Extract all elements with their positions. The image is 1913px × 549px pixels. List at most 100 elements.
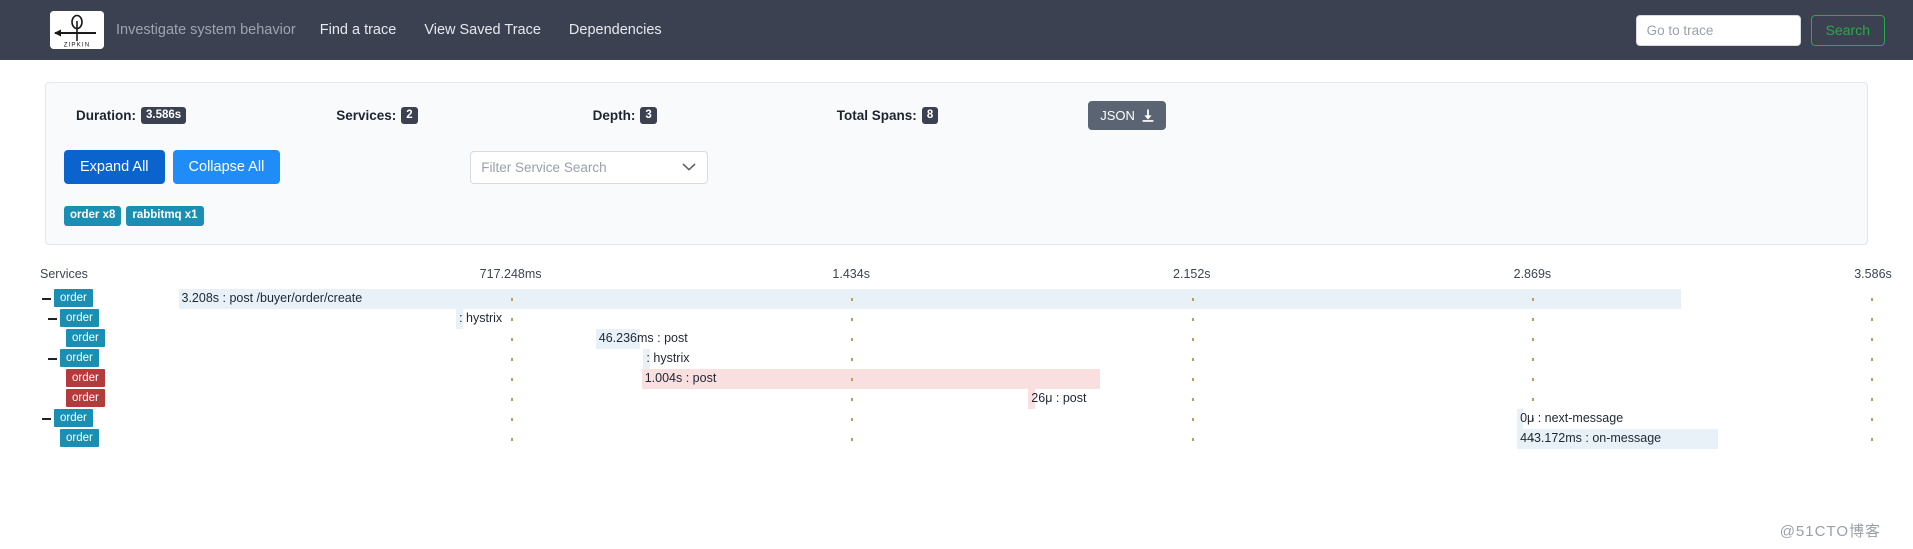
span-label: 26μ : post xyxy=(1031,390,1087,405)
span-service-tag[interactable]: order xyxy=(54,288,93,308)
stat-services: Services: 2 xyxy=(336,106,418,125)
span-row[interactable]: order 0μ : next-message xyxy=(0,408,1913,429)
timeline-gridline-dot xyxy=(851,357,854,361)
timeline-gridline-dot xyxy=(1191,297,1194,301)
nav-link-find-a-trace[interactable]: Find a trace xyxy=(320,22,397,38)
span-service-tag[interactable]: order xyxy=(60,308,99,328)
span-service-tag[interactable]: order xyxy=(60,348,99,368)
span-collapse-toggle-icon[interactable] xyxy=(42,417,51,420)
timeline-gridline-dot xyxy=(1871,377,1873,381)
timeline-gridline-dot xyxy=(851,377,854,381)
timeline-gridline-dot xyxy=(1532,337,1535,341)
stat-depth-value: 3 xyxy=(640,106,657,125)
navbar-search-area: Search xyxy=(1635,0,1885,60)
span-service-tag[interactable]: order xyxy=(66,368,105,388)
json-download-button[interactable]: JSON xyxy=(1088,101,1166,130)
nav-link-view-saved-trace[interactable]: View Saved Trace xyxy=(424,22,541,38)
span-label: 3.208s : post /buyer/order/create xyxy=(181,290,363,305)
span-collapse-toggle-icon[interactable] xyxy=(42,297,51,300)
span-collapse-toggle-icon[interactable] xyxy=(48,317,57,320)
timeline-gridline-dot xyxy=(510,317,513,321)
timeline-header: Services 717.248ms 1.434s 2.152s 2.869s … xyxy=(0,267,1913,289)
timeline-tick-label: 717.248ms xyxy=(479,266,542,281)
span-row[interactable]: order 1.004s : post xyxy=(0,368,1913,389)
timeline-gridline-dot xyxy=(510,337,513,341)
span-service-column: order xyxy=(0,288,170,309)
timeline-gridline-dot xyxy=(510,377,513,381)
span-service-tag[interactable]: order xyxy=(66,328,105,348)
stat-depth: Depth: 3 xyxy=(592,106,657,125)
timeline-gridline-dot xyxy=(1532,317,1535,321)
timeline-tick-label: 2.152s xyxy=(1173,266,1211,281)
watermark: @51CTO博客 xyxy=(1779,523,1881,540)
timeline-gridline-dot xyxy=(851,417,854,421)
brand-tagline: Investigate system behavior xyxy=(116,22,296,38)
stat-depth-label: Depth: xyxy=(592,108,636,123)
span-rows-container: order 3.208s : post /buyer/order/create or… xyxy=(0,288,1913,449)
span-bar-area: 0μ : next-message xyxy=(170,408,1913,429)
expand-all-button[interactable]: Expand All xyxy=(64,150,165,184)
trace-summary-card: Duration: 3.586s Services: 2 Depth: 3 To… xyxy=(45,82,1868,245)
timeline-gridline-dot xyxy=(851,337,854,341)
trace-timeline: Services 717.248ms 1.434s 2.152s 2.869s … xyxy=(0,267,1913,449)
trace-stats-row: Duration: 3.586s Services: 2 Depth: 3 To… xyxy=(64,99,1849,130)
span-duration-bar xyxy=(178,288,1681,309)
timeline-gridline-dot xyxy=(1532,397,1535,401)
timeline-gridline-dot xyxy=(1871,417,1873,421)
span-label: 443.172ms : on-message xyxy=(1520,430,1662,445)
filter-service-search-placeholder: Filter Service Search xyxy=(481,159,607,175)
go-to-trace-input[interactable] xyxy=(1635,14,1801,46)
timeline-gridline-dot xyxy=(851,317,854,321)
search-button[interactable]: Search xyxy=(1810,14,1885,46)
timeline-gridline-dot xyxy=(510,397,513,401)
zipkin-logo-icon: ZIPKIN xyxy=(50,11,104,49)
timeline-gridline-dot xyxy=(1191,377,1194,381)
span-bar-area: 443.172ms : on-message xyxy=(170,428,1913,449)
span-label: : hystrix xyxy=(459,310,503,325)
timeline-gridline-dot xyxy=(1871,337,1873,341)
span-service-column: order xyxy=(0,328,170,349)
timeline-gridline-dot xyxy=(851,297,854,301)
span-row[interactable]: order: hystrix xyxy=(0,348,1913,369)
timeline-gridline-dot xyxy=(1532,297,1535,301)
span-service-tag[interactable]: order xyxy=(54,408,93,428)
timeline-gridline-dot xyxy=(1871,357,1873,361)
span-row[interactable]: order 46.236ms : post xyxy=(0,328,1913,349)
stat-total-spans-label: Total Spans: xyxy=(836,108,917,123)
service-badge-order[interactable]: order x8 xyxy=(64,206,122,226)
stat-duration-label: Duration: xyxy=(76,108,136,123)
span-service-column: order xyxy=(0,368,170,389)
span-service-column: order xyxy=(0,348,170,369)
nav-link-dependencies[interactable]: Dependencies xyxy=(569,22,662,38)
span-collapse-toggle-icon[interactable] xyxy=(48,357,57,360)
timeline-gridline-dot xyxy=(510,297,513,301)
stat-duration: Duration: 3.586s xyxy=(76,106,187,125)
timeline-gridline-dot xyxy=(1191,337,1194,341)
span-row[interactable]: order 443.172ms : on-message xyxy=(0,428,1913,449)
span-service-column: order xyxy=(0,428,170,449)
filter-service-search-select[interactable]: Filter Service Search xyxy=(470,150,709,184)
timeline-gridline-dot xyxy=(510,417,513,421)
span-bar-area: 26μ : post xyxy=(170,388,1913,409)
timeline-gridline-dot xyxy=(1191,417,1194,421)
span-label: 0μ : next-message xyxy=(1520,410,1624,425)
svg-text:ZIPKIN: ZIPKIN xyxy=(64,42,91,49)
nav-links: Find a trace View Saved Trace Dependenci… xyxy=(320,22,690,38)
span-label: 1.004s : post xyxy=(644,370,717,385)
stat-total-spans-value: 8 xyxy=(921,106,939,125)
collapse-all-button[interactable]: Collapse All xyxy=(172,150,281,184)
timeline-gridline-dot xyxy=(851,437,854,441)
service-badge-rabbitmq[interactable]: rabbitmq x1 xyxy=(126,206,204,226)
timeline-gridline-dot xyxy=(1871,437,1873,441)
stat-total-spans: Total Spans: 8 xyxy=(836,106,939,125)
span-row[interactable]: order : hystrix xyxy=(0,308,1913,329)
timeline-gridline-dot xyxy=(1871,297,1873,301)
timeline-gridline-dot xyxy=(851,397,854,401)
span-row[interactable]: order 3.208s : post /buyer/order/create xyxy=(0,288,1913,309)
span-service-tag[interactable]: order xyxy=(66,388,105,408)
span-service-tag[interactable]: order xyxy=(60,428,99,448)
timeline-tick-label: 1.434s xyxy=(832,266,870,281)
trace-controls-row: Expand All Collapse All Filter Service S… xyxy=(64,150,1849,184)
zipkin-logo[interactable]: ZIPKIN xyxy=(50,11,104,49)
span-row[interactable]: order 26μ : post xyxy=(0,388,1913,409)
